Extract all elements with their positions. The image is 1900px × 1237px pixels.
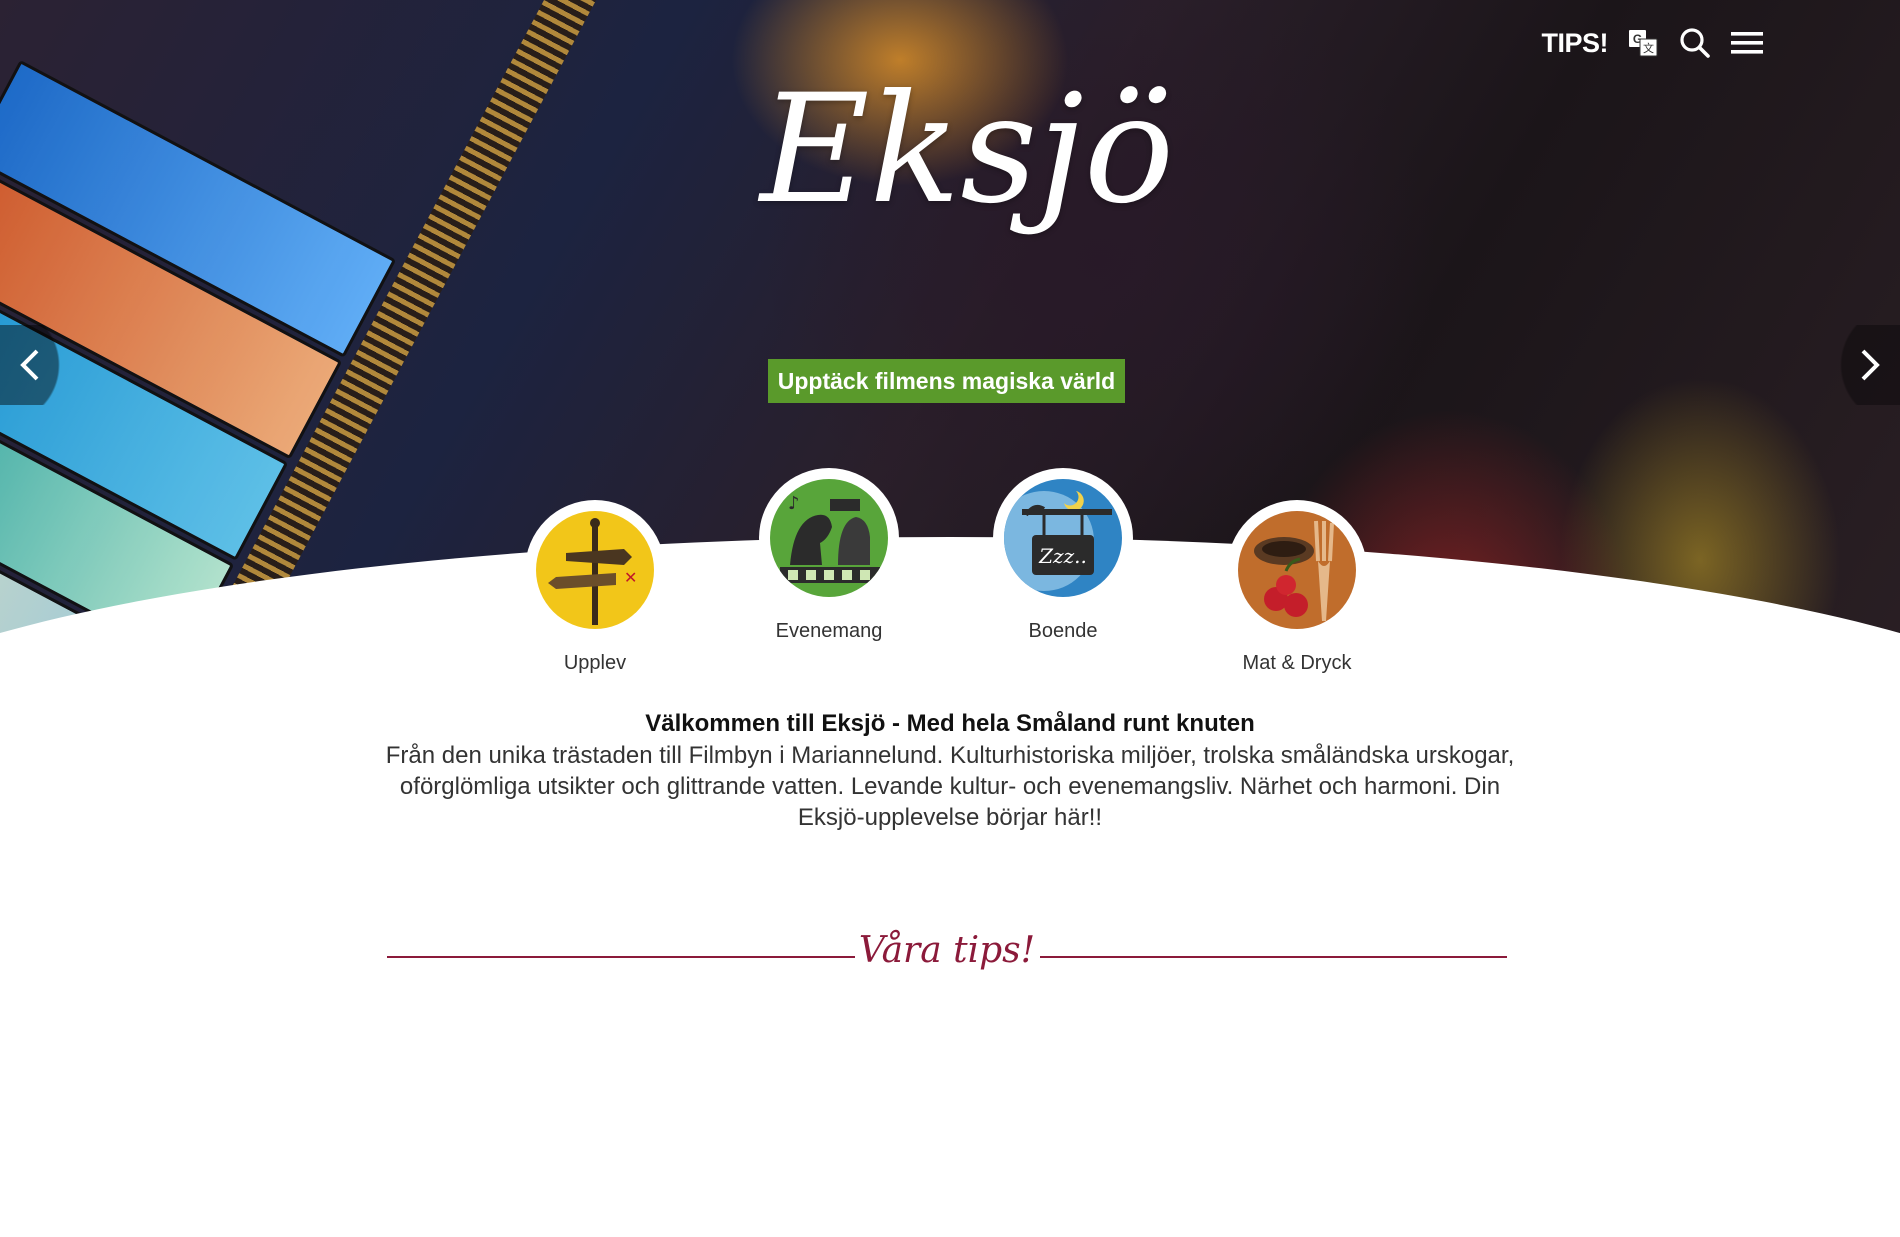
top-nav: TIPS! G 文 (1541, 26, 1764, 60)
search-icon[interactable] (1678, 26, 1712, 60)
intro-section: Välkommen till Eksjö - Med hela Småland … (380, 710, 1520, 833)
tips-heading: Våra tips! (858, 930, 1036, 971)
sleep-sign-icon: Zzz.. (1004, 479, 1122, 597)
category-upplev[interactable]: ✕ Upplev (495, 500, 695, 675)
chevron-left-icon (20, 349, 39, 381)
menu-icon[interactable] (1730, 26, 1764, 60)
carousel-prev-button[interactable] (0, 325, 60, 405)
site-logo[interactable]: Eksjö (760, 75, 1174, 225)
intro-text: Från den unika trästaden till Filmbyn i … (385, 742, 1515, 831)
svg-text:Zzz..: Zzz.. (1038, 544, 1087, 568)
svg-text:♪: ♪ (788, 493, 800, 514)
svg-text:✕: ✕ (624, 568, 637, 587)
chevron-right-icon (1861, 349, 1880, 381)
category-evenemang[interactable]: ♪ Evenemang (729, 468, 929, 643)
svg-text:文: 文 (1643, 41, 1654, 55)
carousel-next-button[interactable] (1840, 325, 1900, 405)
cinema-horse-icon: ♪ (770, 479, 888, 597)
discover-film-button[interactable]: Upptäck filmens magiska värld (768, 359, 1125, 403)
category-boende[interactable]: Zzz.. Boende (963, 468, 1163, 643)
translate-icon[interactable]: G 文 (1626, 26, 1660, 60)
category-mat-dryck[interactable]: Mat & Dryck (1197, 500, 1397, 675)
intro-title: Välkommen till Eksjö - Med hela Småland … (645, 710, 1255, 737)
tips-section-header: Våra tips! (387, 930, 1507, 971)
signpost-icon: ✕ (536, 511, 654, 629)
tips-link[interactable]: TIPS! (1541, 28, 1608, 59)
coffee-cherries-icon (1238, 511, 1356, 629)
